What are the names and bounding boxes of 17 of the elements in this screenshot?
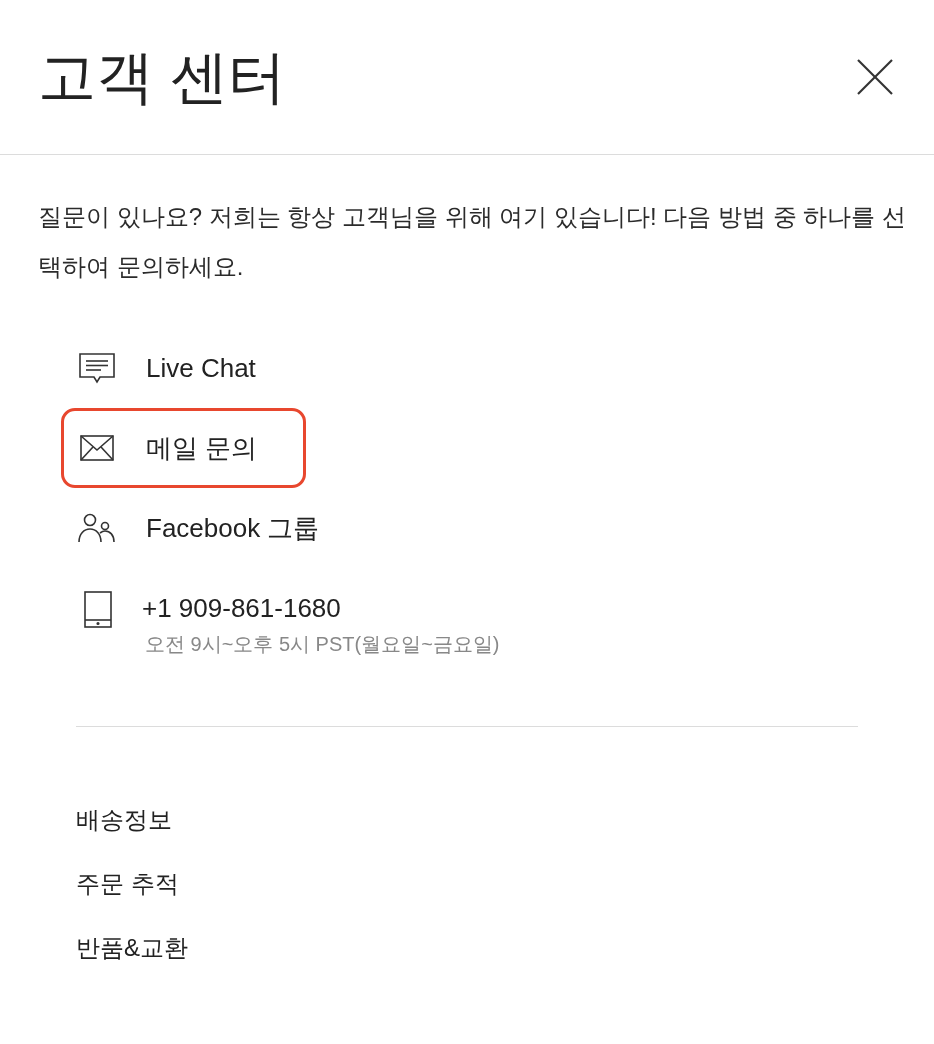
envelope-icon xyxy=(79,435,114,461)
phone-hours: 오전 9시~오후 5시 PST(월요일~금요일) xyxy=(145,632,500,657)
chat-bubble-icon xyxy=(78,352,115,384)
help-link[interactable]: 주문 추적 xyxy=(76,852,179,916)
contact-option[interactable]: Facebook 그룹 xyxy=(61,488,369,568)
people-icon xyxy=(78,513,115,543)
phone-number[interactable]: +1 909-861-1680 xyxy=(142,590,500,626)
page-title: 고객 센터 xyxy=(38,43,287,111)
intro-text: 질문이 있나요? 저희는 항상 고객님을 위해 여기 있습니다! 다음 방법 중 하나를 선택하여 문의하세요. xyxy=(37,202,908,282)
close-icon xyxy=(857,59,893,95)
contact-option[interactable]: Live Chat xyxy=(61,328,305,408)
help-link[interactable]: 배송정보 xyxy=(76,788,172,852)
close-button[interactable] xyxy=(856,58,894,96)
help-link[interactable]: 반품&교환 xyxy=(76,916,188,980)
contact-option[interactable]: 메일 문의 xyxy=(61,408,307,488)
phone-contact-row[interactable]: +1 909-861-1680 오전 9시~오후 5시 PST(월요일~금요일) xyxy=(61,568,549,684)
tablet-icon xyxy=(84,591,112,628)
